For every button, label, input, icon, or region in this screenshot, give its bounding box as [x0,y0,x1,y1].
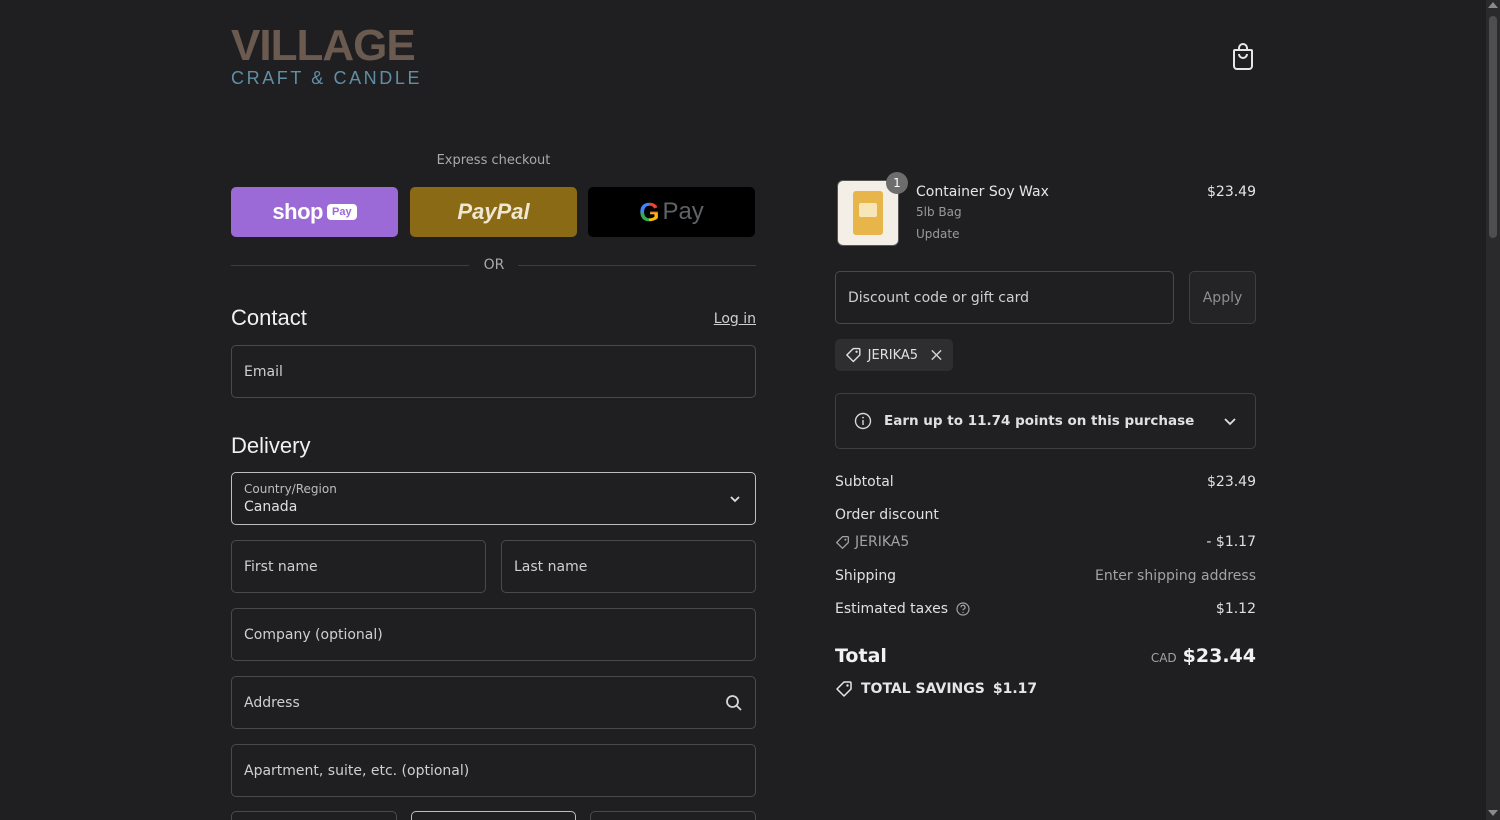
shopping-bag-icon [1233,43,1253,70]
chevron-down-icon [1224,418,1236,426]
loyalty-points-text: Earn up to 11.74 points on this purchase [884,413,1195,429]
address-field[interactable] [231,676,756,729]
last-name-field[interactable] [501,540,756,593]
order-discount-value: - $1.17 [1206,534,1256,550]
subtotal-value: $23.49 [1207,474,1256,490]
apartment-input[interactable] [244,762,743,779]
or-divider-left [231,265,469,266]
estimated-taxes-value: $1.12 [1215,601,1256,617]
country-select-label: Country/Region [244,481,337,496]
estimated-taxes-row-label: Estimated taxes [835,601,970,617]
or-divider-text: OR [483,257,505,273]
company-input[interactable] [244,626,743,643]
company-field[interactable] [231,608,756,661]
total-label: Total [835,645,887,667]
paypal-logo: PayPal [457,199,530,224]
scroll-up-arrow[interactable] [1488,2,1498,8]
tag-icon [836,681,852,697]
close-icon[interactable] [930,348,943,362]
shipping-value: Enter shipping address [1095,568,1256,584]
loyalty-points-banner[interactable]: Earn up to 11.74 points on this purchase [835,393,1256,449]
last-name-input[interactable] [514,558,743,575]
express-checkout-label: Express checkout [436,153,551,168]
first-name-input[interactable] [244,558,473,575]
product-price: $23.49 [1207,184,1256,200]
quantity-badge: 1 [886,172,908,194]
total-currency: CAD [1150,651,1177,665]
tag-icon [846,347,861,363]
product-name: Container Soy Wax [916,184,1049,200]
order-discount-code: JERIKA5 [835,534,909,550]
logo-wordmark[interactable]: VILLAGE [231,24,416,68]
apartment-field[interactable] [231,744,756,797]
help-circle-icon[interactable] [956,602,970,616]
total-savings-label: TOTAL SAVINGS [861,681,985,697]
country-select[interactable]: Country/Region Canada [231,472,756,525]
login-link[interactable]: Log in [690,311,756,327]
applied-discount-code: JERIKA5 [867,347,919,363]
chevron-down-icon [730,496,740,503]
city-field-partial[interactable] [231,811,397,820]
shop-pay-logo: shop [272,199,323,224]
delivery-heading: Delivery [231,433,311,458]
contact-heading: Contact [231,305,307,330]
estimated-taxes-label: Estimated taxes [835,601,949,617]
email-input[interactable] [244,363,743,380]
cart-button[interactable] [1228,40,1258,72]
country-select-value: Canada [244,498,298,515]
product-variant: 5lb Bag [916,205,962,219]
search-icon [726,695,742,711]
google-pay-label: Pay [662,198,704,225]
soy-wax-bag-image [853,191,883,235]
apply-discount-button[interactable]: Apply [1189,271,1256,324]
paypal-button[interactable]: PayPal [410,187,577,237]
scroll-down-arrow[interactable] [1488,810,1498,816]
tag-icon [836,535,849,549]
discount-code-field[interactable] [835,271,1174,324]
order-discount-label: Order discount [835,507,939,523]
applied-discount-chip: JERIKA5 [835,339,953,371]
postal-code-field-partial[interactable] [590,811,756,820]
subtotal-label: Subtotal [835,474,894,490]
google-g-icon: G [639,196,660,227]
google-pay-button[interactable]: G Pay [588,187,755,237]
total-savings: TOTAL SAVINGS $1.17 [835,680,1037,698]
scrollbar-thumb[interactable] [1489,16,1497,238]
shop-pay-button[interactable]: shop Pay [231,187,398,237]
total-amount-wrap: CAD $23.44 [1060,645,1256,667]
email-field[interactable] [231,345,756,398]
logo-tagline[interactable]: CRAFT & CANDLE [231,68,422,88]
address-input[interactable] [244,694,743,711]
shipping-label: Shipping [835,568,897,584]
info-icon [854,412,872,430]
province-select-partial[interactable] [411,811,576,820]
order-discount-code-text: JERIKA5 [855,534,910,550]
or-divider-right [518,265,756,266]
discount-code-input[interactable] [848,289,1161,306]
total-savings-value: $1.17 [992,681,1038,697]
total-amount: $23.44 [1182,645,1256,667]
shop-pay-pill: Pay [326,204,357,220]
first-name-field[interactable] [231,540,486,593]
product-update-link[interactable]: Update [916,227,959,241]
